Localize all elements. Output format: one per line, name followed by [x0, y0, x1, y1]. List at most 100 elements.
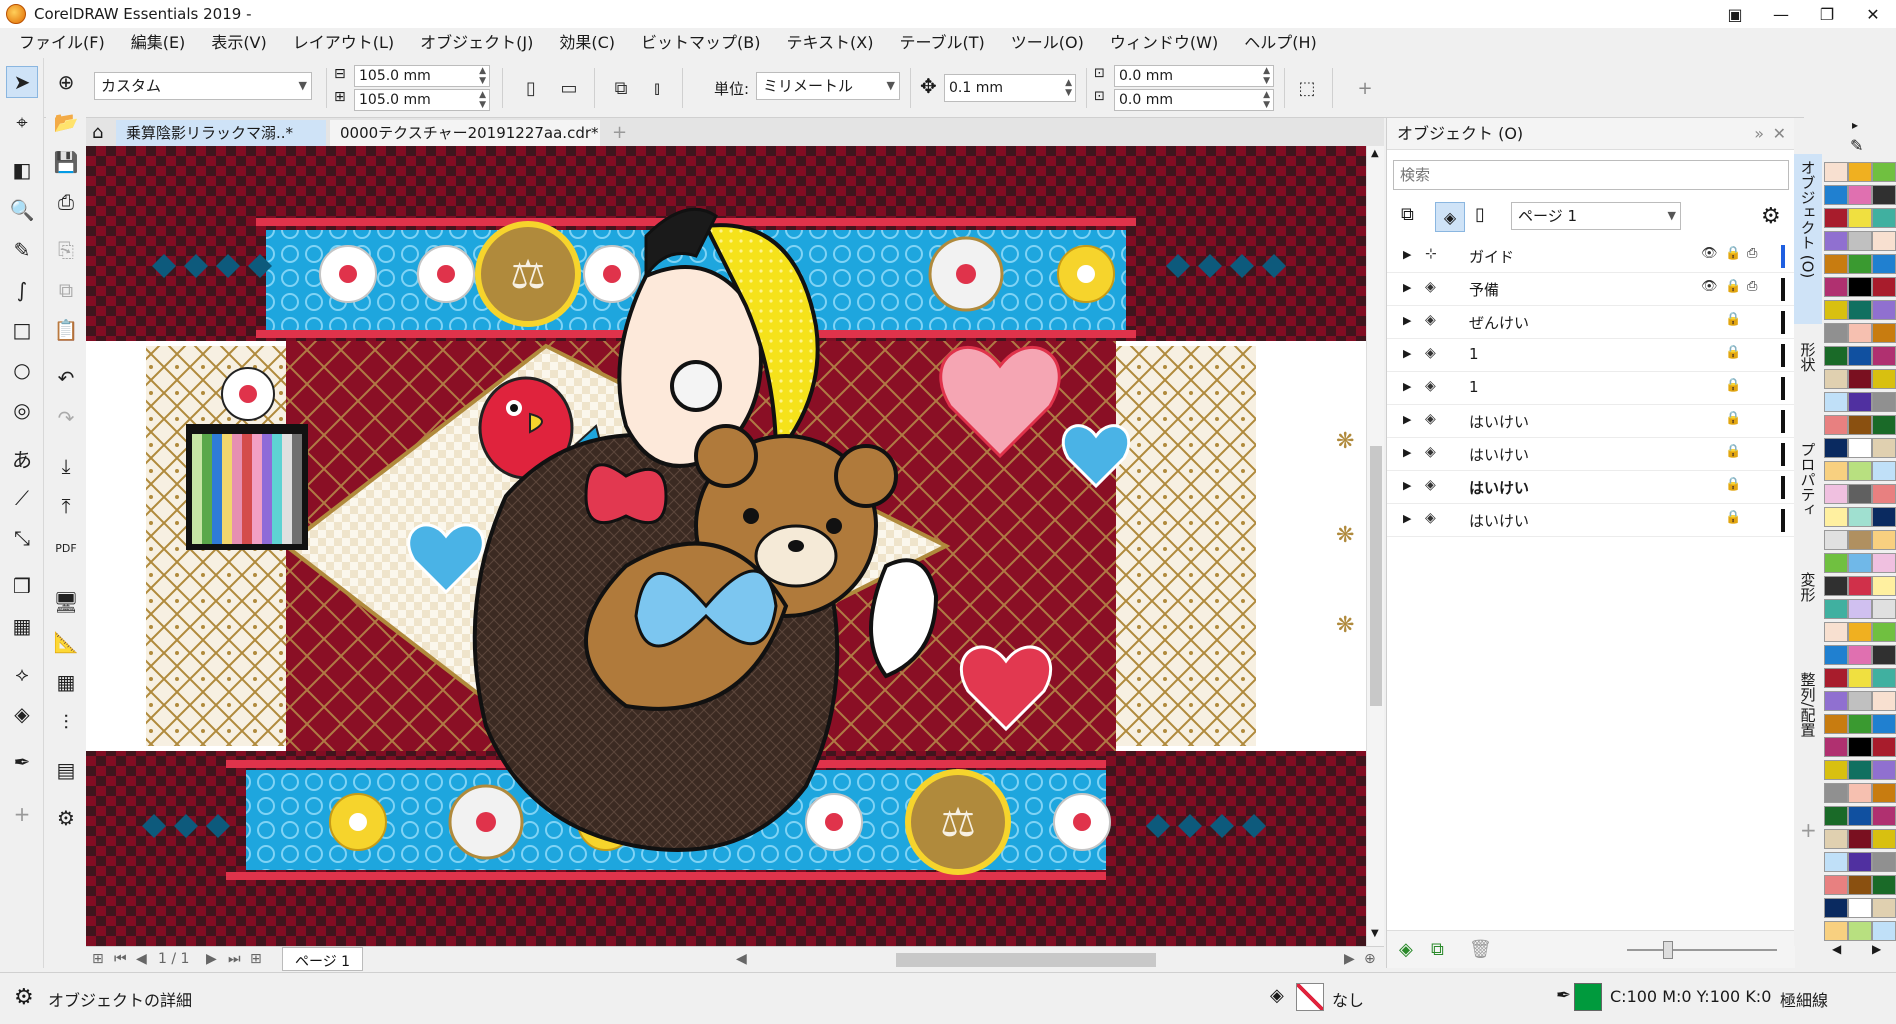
units-select[interactable]: ミリメートル ▼ [756, 72, 900, 100]
zoom-tool-icon[interactable]: 🔍 [6, 194, 38, 226]
transparency-tool-icon[interactable]: ▦ [6, 610, 38, 642]
zoom-slider-thumb[interactable] [1663, 941, 1673, 959]
palette-swatch[interactable] [1824, 898, 1848, 918]
paste-icon[interactable]: 📋 [50, 314, 82, 346]
lock-icon[interactable]: 🔒 [1725, 246, 1741, 261]
vertical-scrollbar[interactable]: ▲ ▼ [1366, 146, 1384, 946]
drawing-canvas[interactable]: ⚖ ⚖ ❋ ❋ ❋ [86, 146, 1366, 946]
expand-icon[interactable]: ▶ [1403, 347, 1411, 360]
menu-layout[interactable]: レイアウト(L) [280, 28, 407, 58]
palette-swatch[interactable] [1824, 852, 1848, 872]
palette-swatch[interactable] [1824, 231, 1848, 251]
palette-swatch[interactable] [1824, 323, 1848, 343]
first-page-icon[interactable]: ⏮ [114, 951, 127, 967]
tab-objects[interactable]: オブジェクト (O) [1794, 154, 1822, 324]
vertical-scroll-thumb[interactable] [1370, 446, 1382, 706]
app-launcher-icon[interactable]: 🖥 [50, 586, 82, 618]
palette-swatch[interactable] [1848, 806, 1872, 826]
page-height-field[interactable]: 105.0 mm ▲ ▼ [354, 89, 490, 111]
tab-shape[interactable]: 形状 [1794, 336, 1822, 416]
duplicate-x-field[interactable]: 0.0 mm ▲ ▼ [1114, 65, 1274, 87]
palette-swatch[interactable] [1872, 645, 1896, 665]
tab-document-2[interactable]: 0000テクスチャー20191227aa.cdr* [330, 120, 600, 146]
tab-transform[interactable]: 変形 [1794, 566, 1822, 646]
print-icon[interactable]: ⎙ [1747, 279, 1757, 294]
menu-edit[interactable]: 編集(E) [118, 28, 199, 58]
palette-swatch[interactable] [1824, 346, 1848, 366]
landscape-button[interactable]: ▭ [554, 73, 584, 103]
palette-swatch[interactable] [1824, 254, 1848, 274]
redo-icon[interactable]: ↷ [50, 402, 82, 434]
fill-swatch-none[interactable] [1296, 983, 1324, 1011]
palette-swatch[interactable] [1872, 852, 1896, 872]
horizontal-scroll-thumb[interactable] [896, 953, 1156, 967]
palette-swatch[interactable] [1872, 231, 1896, 251]
expand-icon[interactable]: ▶ [1403, 479, 1411, 492]
pick-tool-icon[interactable]: ➤ [6, 66, 38, 98]
palette-swatch[interactable] [1848, 300, 1872, 320]
pdf-export-icon[interactable]: PDF [50, 532, 82, 564]
palette-swatch[interactable] [1824, 484, 1848, 504]
palette-swatch[interactable] [1848, 691, 1872, 711]
palette-swatch[interactable] [1872, 277, 1896, 297]
expand-icon[interactable]: ▶ [1403, 281, 1411, 294]
all-pages-button[interactable]: ⧉ [606, 73, 636, 103]
undo-icon[interactable]: ↶ [50, 362, 82, 394]
palette-swatch[interactable] [1872, 461, 1896, 481]
palette-swatch[interactable] [1824, 760, 1848, 780]
restore-button[interactable]: ❐ [1804, 0, 1850, 28]
connector-tool-icon[interactable]: ⤡ [6, 522, 38, 554]
add-toolbar-button[interactable]: + [1350, 73, 1380, 103]
expand-icon[interactable]: ▶ [1403, 512, 1411, 525]
palette-swatch[interactable] [1872, 691, 1896, 711]
nudge-distance-field[interactable]: 0.1 mm ▲ ▼ [944, 74, 1076, 102]
palette-swatch[interactable] [1848, 254, 1872, 274]
minimize-button[interactable]: — [1758, 0, 1804, 28]
rulers-icon[interactable]: 📐 [50, 626, 82, 658]
palette-swatch[interactable] [1824, 622, 1848, 642]
palette-swatch[interactable] [1848, 645, 1872, 665]
spiral-tool-icon[interactable]: ◎ [6, 394, 38, 426]
palette-swatch[interactable] [1848, 875, 1872, 895]
page-border-button[interactable]: ⬚ [1292, 73, 1322, 103]
object-details-gear-icon[interactable]: ⚙ [14, 985, 34, 1010]
palette-swatch[interactable] [1872, 898, 1896, 918]
palette-swatch[interactable] [1872, 208, 1896, 228]
expand-icon[interactable]: ▶ [1403, 248, 1411, 261]
docker-expand-icon[interactable]: » [1754, 118, 1764, 150]
palette-swatch[interactable] [1824, 645, 1848, 665]
new-tab-icon[interactable]: + [602, 120, 632, 146]
print-icon[interactable]: ⎙ [50, 186, 82, 218]
lock-icon[interactable]: 🔒 [1725, 411, 1741, 426]
layer-row[interactable]: ▶ ◈ はいけい 🔒 [1387, 504, 1795, 537]
palette-swatch[interactable] [1848, 346, 1872, 366]
palette-swatch[interactable] [1872, 254, 1896, 274]
account-icon[interactable]: ▣ [1712, 0, 1758, 28]
palette-swatch[interactable] [1848, 484, 1872, 504]
lock-icon[interactable]: 🔒 [1725, 312, 1741, 327]
palette-swatch[interactable] [1824, 806, 1848, 826]
print-icon[interactable]: ⎙ [1747, 246, 1757, 261]
copy-icon[interactable]: ⧉ [50, 274, 82, 306]
palette-swatch[interactable] [1872, 806, 1896, 826]
palette-eyedropper-icon[interactable]: ✎ [1850, 136, 1863, 155]
layer-view-icon[interactable]: ⧉ [1401, 204, 1414, 225]
lock-icon[interactable]: 🔒 [1725, 444, 1741, 459]
menu-file[interactable]: ファイル(F) [6, 28, 118, 58]
smart-fill-icon[interactable]: ✒ [6, 746, 38, 778]
palette-swatch[interactable] [1824, 691, 1848, 711]
palette-swatch[interactable] [1824, 714, 1848, 734]
palette-swatch[interactable] [1848, 783, 1872, 803]
layer-row[interactable]: ▶ ◈ 1 🔒 [1387, 372, 1795, 405]
palette-swatch[interactable] [1848, 921, 1872, 941]
zoom-navigator-icon[interactable]: ⊕ [1364, 951, 1376, 967]
next-page-icon[interactable]: ▶ [206, 951, 217, 967]
interactive-fill-icon[interactable]: ◈ [6, 698, 38, 730]
palette-scroll-right-icon[interactable]: ▶ [1872, 942, 1881, 956]
menu-bitmaps[interactable]: ビットマップ(B) [628, 28, 773, 58]
object-search-input[interactable]: 検索 [1393, 160, 1789, 190]
palette-swatch[interactable] [1848, 668, 1872, 688]
palette-swatch[interactable] [1872, 622, 1896, 642]
palette-swatch[interactable] [1824, 162, 1848, 182]
palette-swatch[interactable] [1872, 783, 1896, 803]
